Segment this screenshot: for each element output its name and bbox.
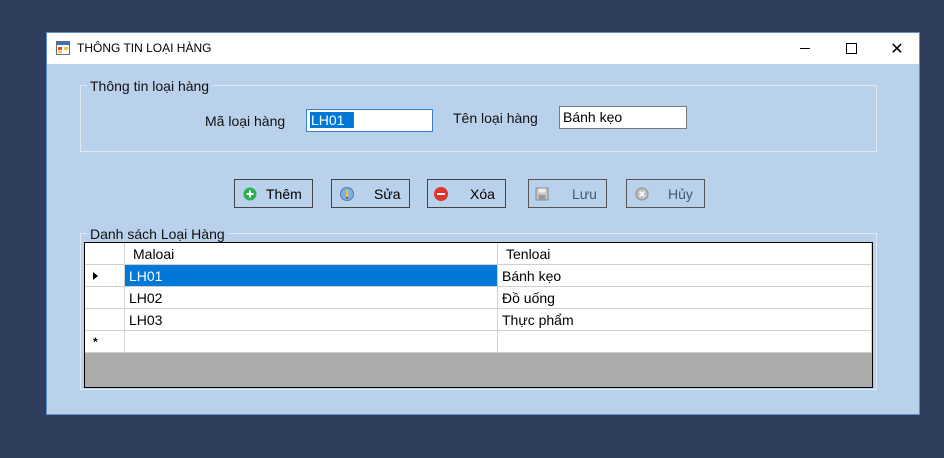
sua-button[interactable]: Sửa [331,179,410,208]
cell-maloai[interactable]: LH02 [125,287,498,309]
app-icon [56,41,70,55]
xoa-button[interactable]: Xóa [427,179,506,208]
delete-icon [434,186,448,201]
sua-label: Sửa [374,185,401,202]
close-button[interactable]: ✕ [874,33,920,64]
xoa-label: Xóa [470,185,495,202]
ten-loai-hang-label: Tên loại hàng [453,110,538,126]
title-bar[interactable]: THÔNG TIN LOẠI HÀNG ✕ [47,33,919,64]
luu-button[interactable]: Lưu [528,179,607,208]
table-row[interactable]: LH01 Bánh kẹo [85,265,872,287]
row-header-corner [85,243,125,265]
row-header[interactable] [85,265,125,287]
ten-loai-hang-input[interactable]: Bánh kẹo [559,106,687,129]
data-grid[interactable]: Maloai Tenloai LH01 Bánh kẹo LH02 Đồ uốn… [84,242,873,388]
cell-tenloai[interactable]: Bánh kẹo [498,265,872,287]
ten-loai-hang-value: Bánh kẹo [563,109,623,125]
cell-maloai[interactable]: LH03 [125,309,498,331]
save-icon [535,187,549,200]
cell-tenloai[interactable]: Thực phẩm [498,309,872,331]
ma-loai-hang-input[interactable]: LH01 [306,109,433,132]
row-header[interactable] [85,309,125,331]
window-title: THÔNG TIN LOẠI HÀNG [77,41,212,55]
info-group-title: Thông tin loại hàng [87,78,213,94]
new-row[interactable]: * [85,331,872,353]
cell-tenloai-new[interactable] [498,331,872,353]
cell-maloai[interactable]: LH01 [125,265,498,287]
table-row[interactable]: LH02 Đồ uống [85,287,872,309]
table-row[interactable]: LH03 Thực phẩm [85,309,872,331]
column-header-tenloai[interactable]: Tenloai [498,243,872,265]
close-icon: ✕ [890,38,904,58]
cancel-icon [635,187,649,200]
column-header-maloai[interactable]: Maloai [125,243,498,265]
add-icon [243,187,257,200]
list-group-title: Danh sách Loại Hàng [87,226,228,242]
edit-icon [340,186,354,201]
them-label: Thêm [266,185,302,202]
ma-loai-hang-value: LH01 [310,112,355,128]
huy-button[interactable]: Hủy [626,179,705,208]
row-header[interactable] [85,287,125,309]
main-window: THÔNG TIN LOẠI HÀNG ✕ Thông tin loại hàn… [46,32,920,415]
huy-label: Hủy [668,185,693,202]
grid-header-row: Maloai Tenloai [85,243,872,265]
maximize-button[interactable] [828,33,874,64]
them-button[interactable]: Thêm [234,179,313,208]
minimize-button[interactable] [782,33,828,64]
ma-loai-hang-label: Mã loại hàng [205,113,286,129]
current-row-arrow-icon [93,272,98,280]
minimize-icon [800,48,810,49]
luu-label: Lưu [572,185,597,202]
cell-tenloai[interactable]: Đồ uống [498,287,872,309]
new-row-marker: * [93,335,98,349]
maximize-icon [845,43,857,54]
cell-maloai-new[interactable] [125,331,498,353]
row-header[interactable]: * [85,331,125,353]
